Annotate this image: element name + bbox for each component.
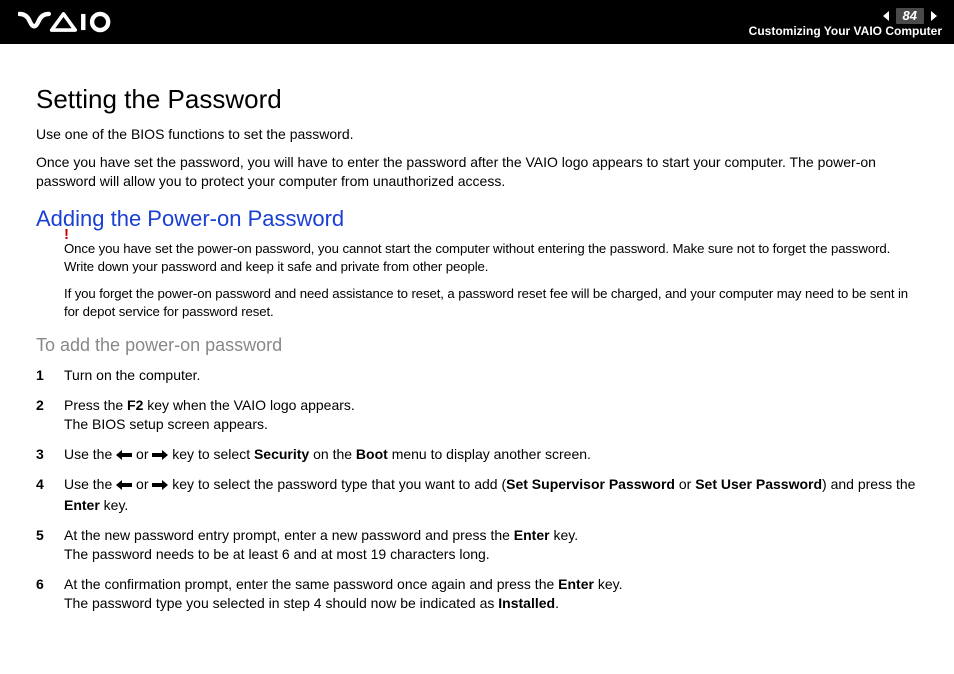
warning-icon: !	[64, 226, 69, 243]
step-text: key when the VAIO logo appears.	[143, 397, 354, 413]
arrow-right-icon	[152, 476, 168, 496]
step-key: Set User Password	[695, 476, 822, 492]
content: Setting the Password Use one of the BIOS…	[0, 44, 954, 644]
list-item: 6 At the confirmation prompt, enter the …	[36, 575, 918, 614]
step-key: Set Supervisor Password	[506, 476, 675, 492]
vaio-logo-svg	[18, 11, 135, 33]
step-text: key.	[594, 576, 623, 592]
warning-paragraph-1: Once you have set the power-on password,…	[64, 240, 918, 276]
step-key: Security	[254, 446, 309, 462]
step-text: Press the	[64, 397, 127, 413]
step-text: .	[555, 595, 559, 611]
step-text: or	[675, 476, 695, 492]
step-key: F2	[127, 397, 143, 413]
list-item: 2 Press the F2 key when the VAIO logo ap…	[36, 396, 918, 435]
subsection-title: Adding the Power-on Password	[36, 206, 918, 232]
step-text: key to select the password type that you…	[168, 476, 506, 492]
step-key: Boot	[356, 446, 388, 462]
step-text: key.	[550, 527, 579, 543]
list-item: 4 Use the or key to select the password …	[36, 475, 918, 515]
step-number: 5	[36, 526, 64, 546]
step-body: Press the F2 key when the VAIO logo appe…	[64, 396, 918, 435]
nav-next-icon[interactable]	[924, 9, 942, 23]
header-right: 84 Customizing Your VAIO Computer	[749, 8, 942, 37]
step-body: Turn on the computer.	[64, 366, 918, 386]
step-body: Use the or key to select the password ty…	[64, 475, 918, 515]
step-body: At the confirmation prompt, enter the sa…	[64, 575, 918, 614]
step-text: key.	[100, 497, 129, 513]
list-item: 3 Use the or key to select Security on t…	[36, 445, 918, 466]
vaio-logo	[18, 11, 135, 33]
step-text: menu to display another screen.	[388, 446, 591, 462]
step-key: Enter	[558, 576, 594, 592]
step-number: 4	[36, 475, 64, 495]
nav-prev-icon[interactable]	[878, 9, 896, 23]
step-body: At the new password entry prompt, enter …	[64, 526, 918, 565]
step-text: ) and press the	[822, 476, 915, 492]
intro-paragraph-1: Use one of the BIOS functions to set the…	[36, 125, 918, 145]
step-text: At the confirmation prompt, enter the sa…	[64, 576, 558, 592]
step-text: The password type you selected in step 4…	[64, 595, 498, 611]
step-text: The password needs to be at least 6 and …	[64, 546, 490, 562]
step-text: At the new password entry prompt, enter …	[64, 527, 514, 543]
step-number: 2	[36, 396, 64, 416]
steps-list: 1 Turn on the computer. 2 Press the F2 k…	[36, 366, 918, 614]
arrow-right-icon	[152, 446, 168, 466]
step-body: Use the or key to select Security on the…	[64, 445, 918, 466]
procedure-title: To add the power-on password	[36, 335, 918, 356]
step-text: Use the	[64, 446, 116, 462]
arrow-left-icon	[116, 476, 132, 496]
warning-paragraph-2: If you forget the power-on password and …	[64, 285, 918, 321]
step-key: Installed	[498, 595, 555, 611]
page-title: Setting the Password	[36, 84, 918, 115]
header-bar: 84 Customizing Your VAIO Computer	[0, 0, 954, 44]
step-text: The BIOS setup screen appears.	[64, 416, 268, 432]
page-number: 84	[896, 8, 924, 24]
step-number: 1	[36, 366, 64, 386]
header-section-title: Customizing Your VAIO Computer	[749, 25, 942, 37]
page-nav: 84	[878, 8, 942, 24]
list-item: 1 Turn on the computer.	[36, 366, 918, 386]
step-text: on the	[309, 446, 356, 462]
list-item: 5 At the new password entry prompt, ente…	[36, 526, 918, 565]
step-text: Use the	[64, 476, 116, 492]
step-number: 6	[36, 575, 64, 595]
step-key: Enter	[514, 527, 550, 543]
warning-block: ! Once you have set the power-on passwor…	[64, 240, 918, 321]
step-text: or	[132, 476, 152, 492]
step-text: key to select	[168, 446, 254, 462]
intro-paragraph-2: Once you have set the password, you will…	[36, 153, 918, 192]
step-number: 3	[36, 445, 64, 465]
step-text: or	[132, 446, 152, 462]
arrow-left-icon	[116, 446, 132, 466]
step-key: Enter	[64, 497, 100, 513]
step-text: Turn on the computer.	[64, 367, 200, 383]
